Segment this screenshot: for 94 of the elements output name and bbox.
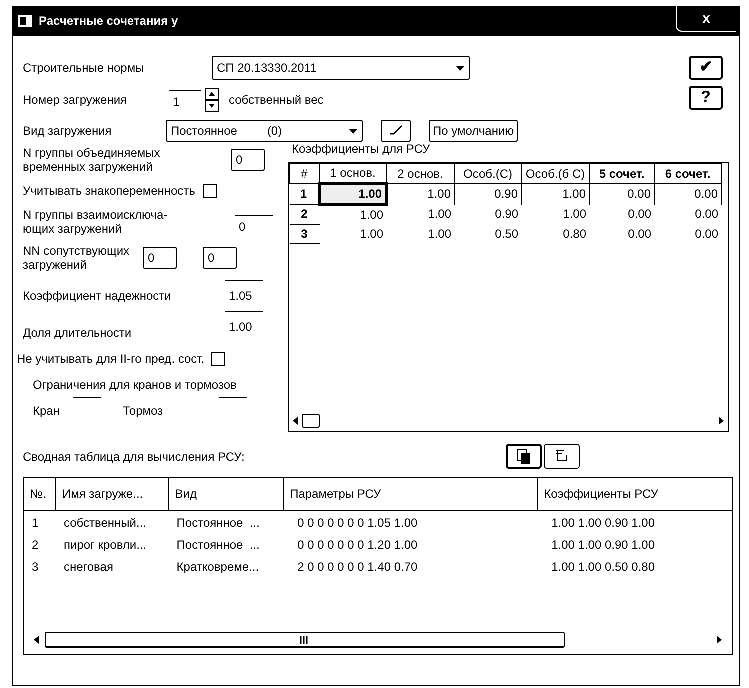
field-label: Коэффициент надежности	[23, 288, 172, 305]
grid-cell[interactable]: 0.00	[590, 224, 654, 243]
table-cell-text: 1.00 1.00 0.90 1.00	[550, 537, 656, 554]
column-header: 6 сочет.	[654, 164, 722, 184]
grid-cell[interactable]: 0.00	[654, 224, 722, 243]
grid-title: Коэффициенты для РСУ	[292, 141, 432, 158]
table-cell-text: 2	[31, 537, 40, 554]
grid-cell[interactable]: 1.00	[522, 204, 590, 224]
field-label: Не учитывать для II-го пред. сост.	[17, 351, 205, 368]
input-field[interactable]: 1.05	[225, 280, 263, 305]
table-cell-text: 2 0 0 0 0 0 0 1.40 0.70	[296, 559, 419, 576]
table-cell: 1.00 1.00 0.90 1.00	[538, 510, 732, 532]
column-header: Особ.(б С)	[522, 164, 590, 184]
field-label: Строительные нормы	[23, 60, 146, 77]
copy-button[interactable]	[506, 444, 542, 469]
grid-cell[interactable]: 1.00	[320, 184, 386, 204]
grid-cell[interactable]: 1.00	[386, 184, 454, 204]
column-header[interactable]: №.	[24, 478, 56, 510]
scroll-right-icon[interactable]	[719, 417, 724, 425]
window-title: Расчетные сочетания у	[39, 13, 178, 30]
summary-title: Сводная таблица для вычисления РСУ:	[23, 448, 246, 466]
field-label: Кран	[33, 403, 61, 420]
field-label: Учитывать знакопеременность	[23, 183, 196, 200]
input-field[interactable]: 0	[143, 247, 177, 269]
grid-cell[interactable]: 0.00	[654, 184, 722, 204]
window-icon	[17, 14, 33, 28]
input-field[interactable]: 0	[235, 215, 273, 236]
table-cell: Постоянное ...	[168, 510, 284, 532]
input-field[interactable]: 0	[231, 149, 265, 171]
ok-button[interactable]: ✔	[689, 56, 723, 80]
table-cell: 1	[24, 510, 56, 532]
field-label: Номер загружения	[23, 92, 128, 109]
field-label: NN сопутствующих загружений	[23, 244, 131, 272]
grid-cell[interactable]: 1.00	[386, 204, 454, 224]
dropdown[interactable]: СП 20.13330.2011	[212, 56, 470, 80]
table-cell: 0 0 0 0 0 0 0 1.05 1.00	[284, 510, 538, 532]
help-button[interactable]: ?	[689, 86, 723, 110]
field-label: Доля длительности	[23, 325, 133, 342]
field-label: Тормоз	[123, 403, 164, 420]
table-cell-text: Постоянное ...	[176, 537, 261, 554]
field-label: Вид загружения	[23, 123, 113, 140]
grid-cell[interactable]: 1.00	[522, 184, 590, 204]
dropdown[interactable]: Постоянное (0)	[166, 120, 363, 142]
close-button[interactable]: x	[676, 6, 736, 32]
grid-cell[interactable]: 0.00	[590, 204, 654, 224]
table-cell-text: снеговая	[62, 559, 114, 576]
grid-cell[interactable]: 0.00	[590, 184, 654, 204]
scroll-left-icon[interactable]	[293, 417, 298, 425]
table-cell-text: пирог кровли...	[62, 537, 148, 554]
grid-cell[interactable]: 1.00	[320, 224, 386, 243]
copy-icon	[516, 448, 532, 464]
grid-cell[interactable]: 0.90	[454, 184, 522, 204]
scroll-thumb[interactable]	[302, 414, 320, 428]
dropdown-arrow-icon[interactable]	[349, 128, 358, 134]
dropdown-arrow-icon[interactable]	[456, 66, 465, 70]
export-icon	[554, 448, 570, 464]
column-header: 2 основ.	[386, 164, 454, 184]
grid-cell[interactable]: 1.00	[386, 224, 454, 243]
spinner-icon[interactable]	[205, 88, 219, 112]
grid-cell[interactable]: 0.50	[454, 224, 522, 243]
column-header: Особ.(С)	[454, 164, 522, 184]
grid-cell[interactable]: 0.80	[522, 224, 590, 243]
table-cell: собственный...	[56, 510, 169, 532]
row-number: 2	[290, 204, 320, 224]
input-field[interactable]: 0	[203, 247, 237, 269]
scroll-left-icon[interactable]	[34, 636, 39, 644]
table-cell-text: 0 0 0 0 0 0 0 1.20 1.00	[296, 537, 419, 554]
scroll-right-icon[interactable]	[717, 636, 722, 644]
table-cell-text: 3	[31, 559, 40, 576]
column-header[interactable]: Имя загруже...	[56, 478, 169, 510]
column-header[interactable]: Параметры РСУ	[284, 478, 538, 510]
column-header[interactable]: Коэффициенты РСУ	[538, 478, 732, 510]
checkbox[interactable]	[203, 184, 218, 198]
default-button[interactable]: По умолчанию	[429, 120, 518, 142]
column-header: 5 сочет.	[590, 164, 654, 184]
table-cell-text: 1.00 1.00 0.50 0.80	[550, 559, 656, 576]
grid-cell[interactable]: 0.90	[454, 204, 522, 224]
field-label: N группы взаимоисключа- ющих загружений	[23, 208, 169, 236]
grid-cell[interactable]: 0.00	[654, 204, 722, 224]
field-label: N группы объединяемых временных загружений	[23, 146, 162, 174]
export-button[interactable]	[544, 444, 580, 469]
scroll-thumb[interactable]	[45, 632, 565, 648]
grid-cell[interactable]: 1.00	[320, 204, 386, 224]
section-label: Ограничения для кранов и тормозов	[33, 377, 238, 394]
table-cell-text: Кратковреме...	[176, 559, 260, 576]
input-field[interactable]: 1	[169, 90, 201, 110]
row-number: 3	[290, 224, 320, 243]
checkmark-icon	[388, 125, 404, 137]
column-header: #	[290, 164, 320, 184]
apply-button[interactable]	[381, 120, 411, 142]
load-name: собственный вес	[229, 92, 324, 109]
column-header[interactable]: Вид	[168, 478, 284, 510]
checkbox[interactable]	[210, 352, 225, 366]
input-field[interactable]: 1.00	[225, 311, 263, 336]
